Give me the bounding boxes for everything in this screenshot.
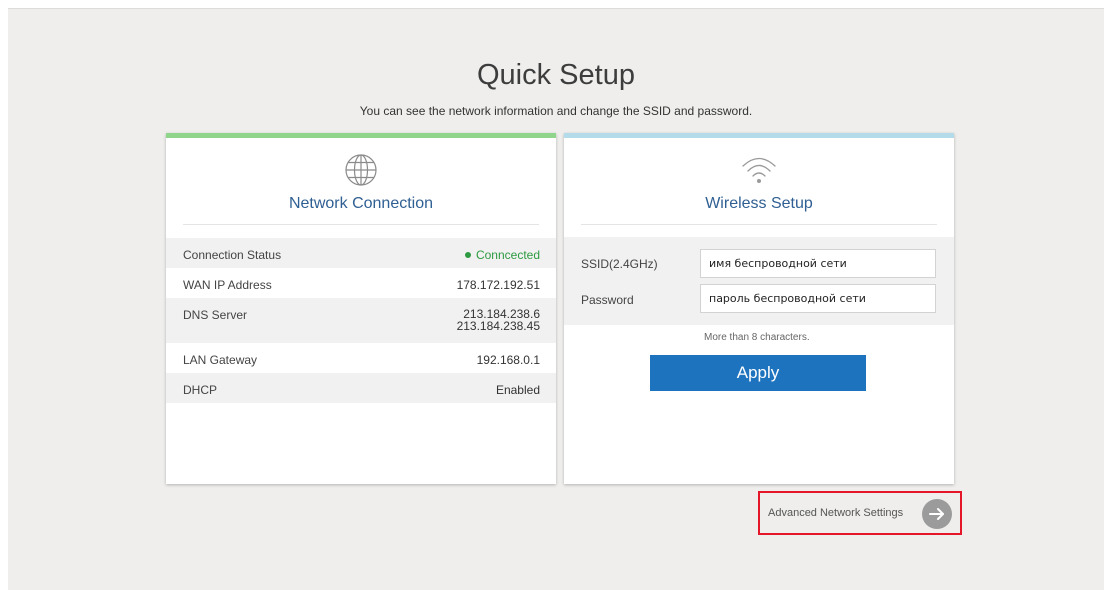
password-input[interactable]: пароль беспроводной сети: [700, 284, 936, 313]
wireless-setup-title: Wireless Setup: [705, 195, 813, 212]
password-label: Password: [581, 293, 634, 307]
card-divider: [183, 224, 539, 225]
network-info-list: Connection Status Conncected WAN IP Addr…: [166, 238, 556, 403]
connection-status-row: Connection Status Conncected: [166, 238, 556, 268]
lan-gateway-row: LAN Gateway 192.168.0.1: [166, 343, 556, 373]
row-label: LAN Gateway: [183, 353, 258, 367]
ssid-input[interactable]: имя беспроводной сети: [700, 249, 936, 278]
page-subtitle: You can see the network information and …: [359, 104, 753, 118]
dns-secondary: 213.184.238.45: [456, 319, 540, 333]
advanced-network-settings-link[interactable]: Advanced Network Settings: [758, 491, 962, 535]
dhcp-value: Enabled: [495, 383, 540, 397]
connection-status-value: Conncected: [464, 238, 540, 268]
wireless-form: SSID(2.4GHz) имя беспроводной сети Passw…: [564, 237, 954, 325]
advanced-network-settings-label[interactable]: Advanced Network Settings: [768, 507, 903, 519]
page-frame: Quick Setup You can see the network info…: [8, 8, 1104, 590]
wan-ip-row: WAN IP Address 178.172.192.51: [166, 268, 556, 298]
row-label: DNS Server: [183, 308, 248, 322]
row-label: Connection Status: [183, 248, 282, 262]
status-dot-icon: [464, 252, 471, 258]
network-connection-card: Network Connection Connection Status Con…: [166, 133, 556, 484]
lan-gateway-value: 192.168.0.1: [476, 353, 540, 367]
wifi-icon: [564, 152, 954, 188]
row-label: WAN IP Address: [183, 278, 272, 292]
row-label: DHCP: [183, 383, 218, 397]
arrow-right-icon[interactable]: [922, 499, 952, 529]
password-hint: More than 8 characters.: [704, 332, 810, 343]
wireless-setup-card: Wireless Setup SSID(2.4GHz) имя беспрово…: [564, 133, 954, 484]
dhcp-row: DHCP Enabled: [166, 373, 556, 403]
network-connection-title: Network Connection: [288, 195, 434, 212]
page-title: Quick Setup: [477, 59, 635, 91]
card-divider: [581, 224, 937, 225]
ssid-label: SSID(2.4GHz): [581, 257, 658, 271]
dns-server-row: DNS Server 213.184.238.6 213.184.238.45: [166, 298, 556, 343]
dns-server-values: 213.184.238.6 213.184.238.45: [457, 298, 540, 343]
globe-icon: [166, 152, 556, 188]
wan-ip-value: 178.172.192.51: [456, 278, 540, 292]
apply-button[interactable]: Apply: [650, 355, 866, 391]
